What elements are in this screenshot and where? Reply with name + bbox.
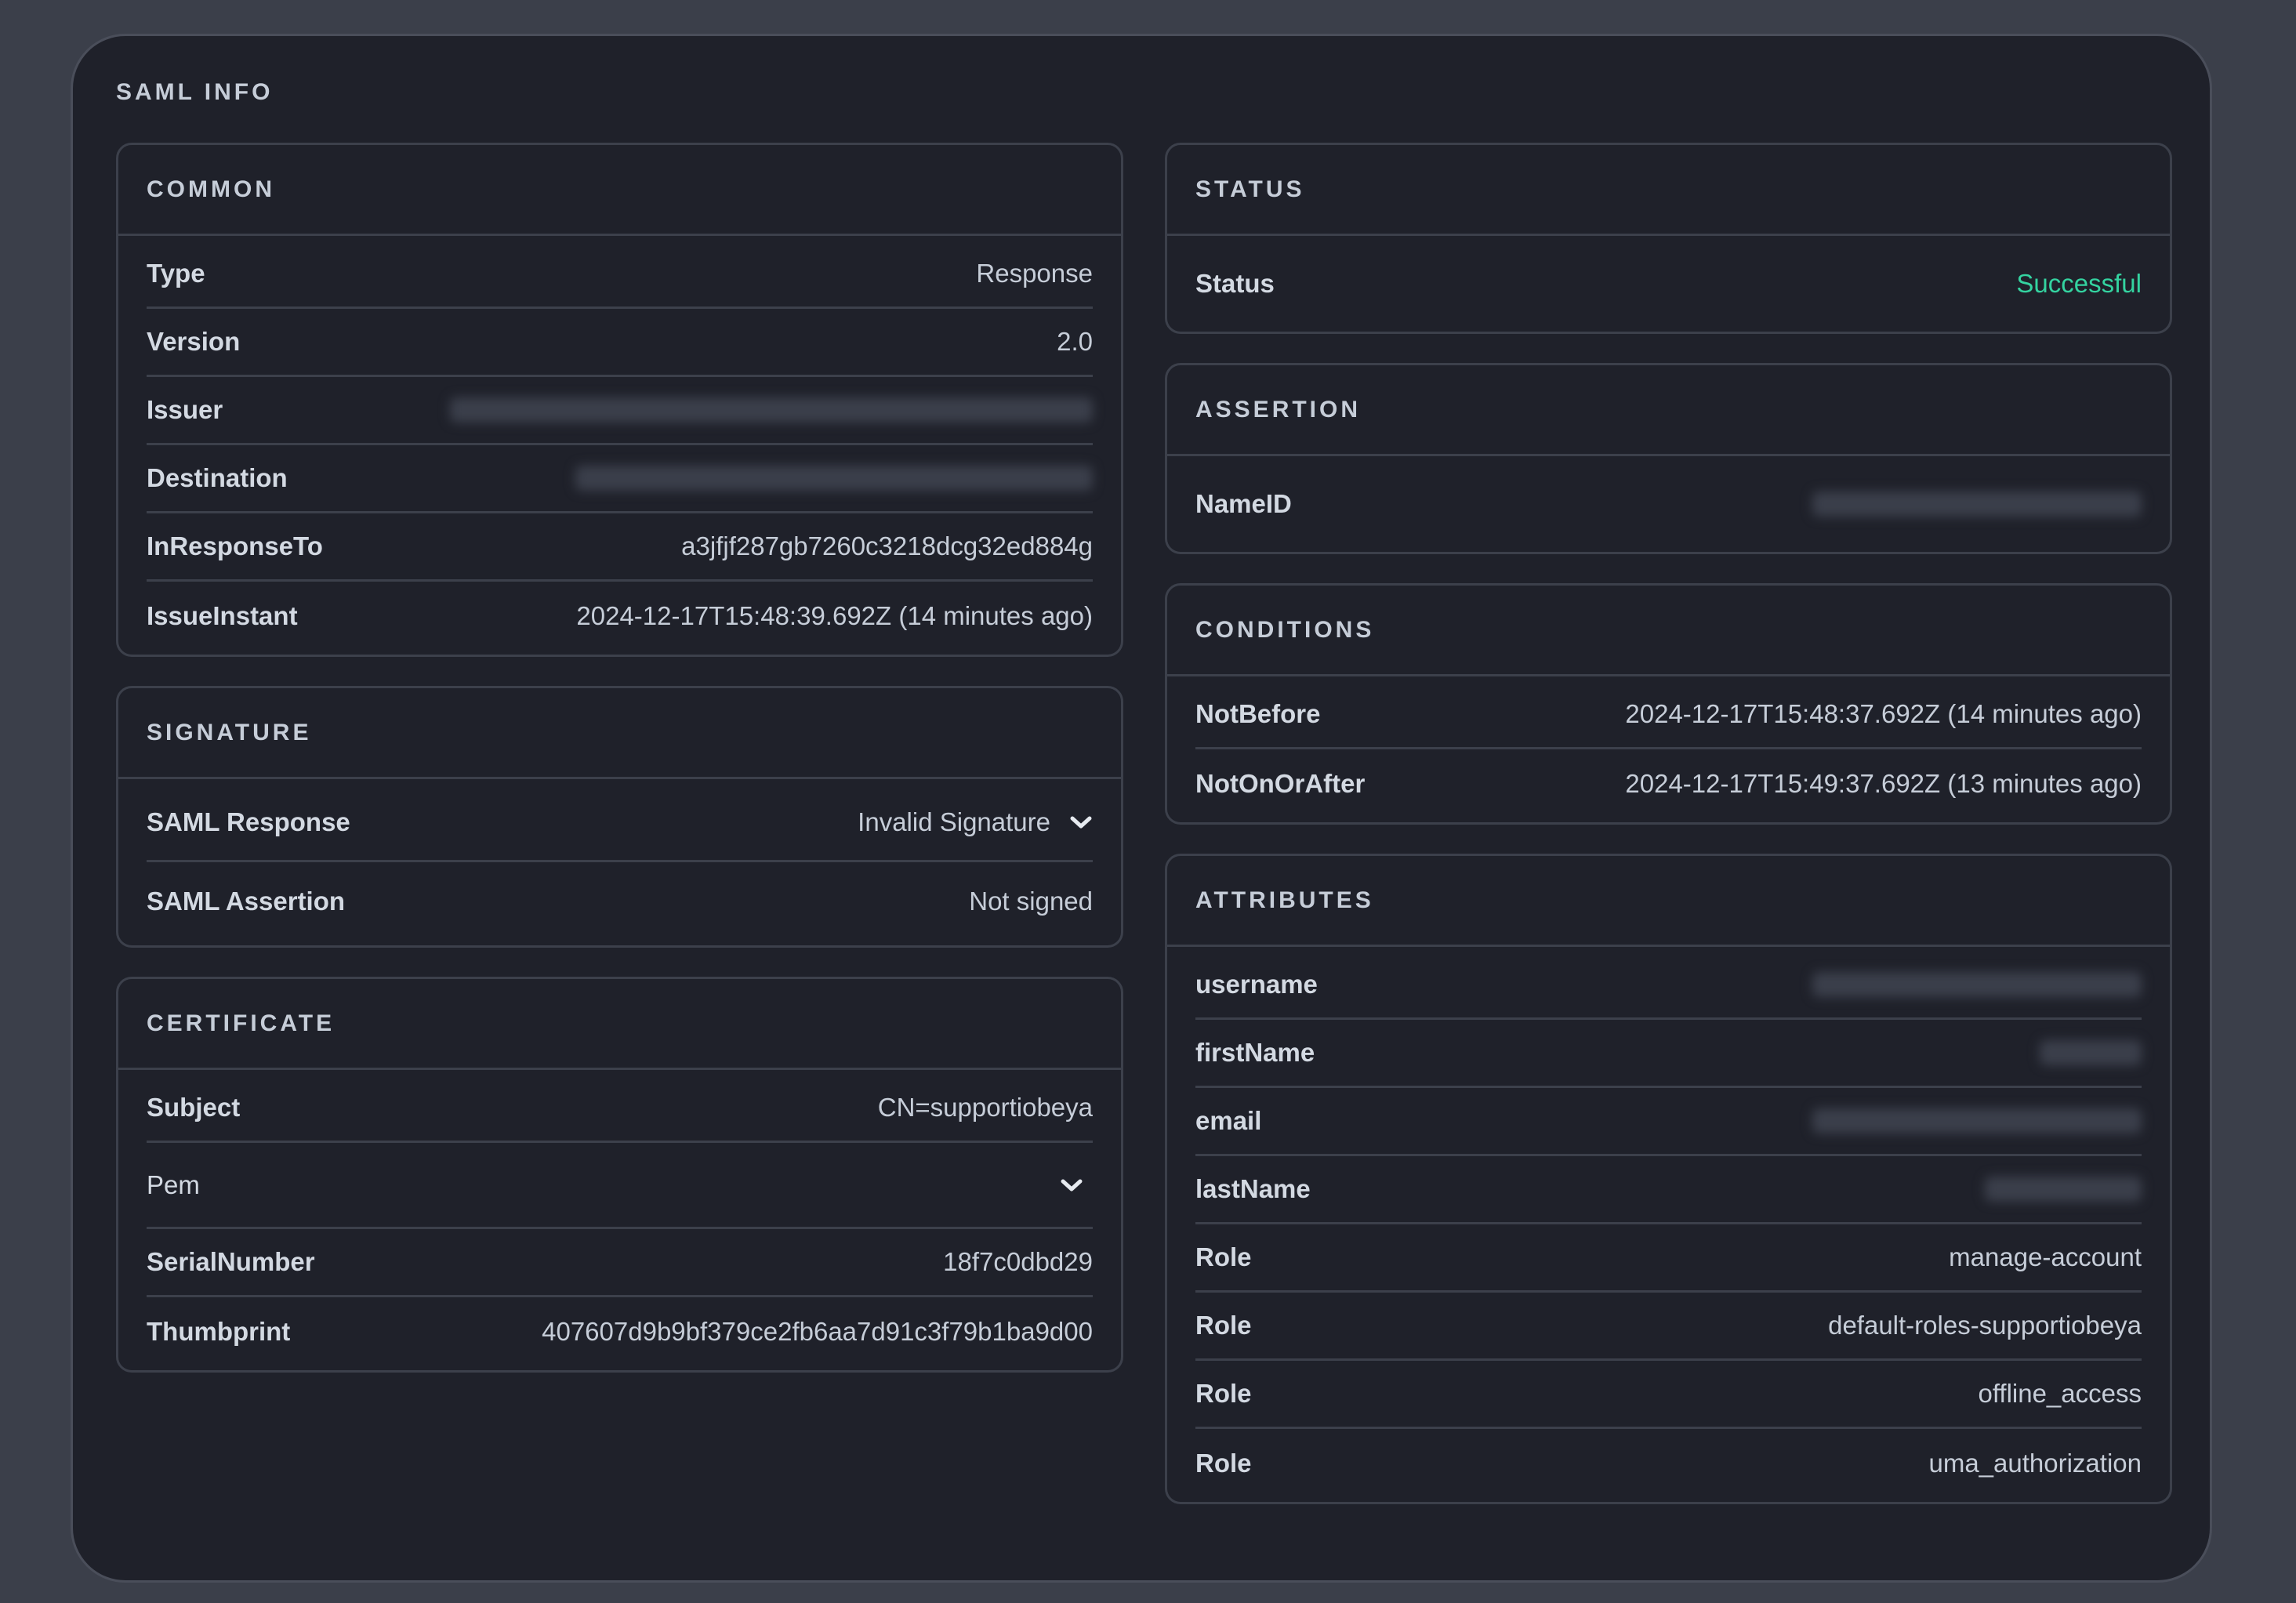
panel-title: SAML INFO (116, 79, 274, 105)
attribute-row: Role manage-account (1195, 1224, 2142, 1293)
row-label: Role (1195, 1242, 1252, 1271)
row-label: NotBefore (1195, 699, 1321, 728)
row-value: default-roles-supportiobeya (1828, 1311, 2142, 1340)
assertion-title: ASSERTION (1167, 365, 2170, 456)
signature-row-saml-assertion: SAML Assertion Not signed (147, 862, 1093, 941)
redacted-value (2040, 1040, 2142, 1065)
common-row-inresponseto: InResponseTo a3jfjf287gb7260c3218dcg32ed… (147, 513, 1093, 582)
redacted-value (575, 466, 1093, 491)
redacted-value (1812, 972, 2142, 997)
saml-info-panel: SAML INFO COMMON Type Response Version 2… (71, 34, 2212, 1583)
certificate-title: CERTIFICATE (118, 979, 1121, 1070)
row-label: Role (1195, 1311, 1252, 1340)
attribute-row: lastName (1195, 1156, 2142, 1224)
certificate-row-subject: Subject CN=supportiobeya (147, 1075, 1093, 1143)
attribute-row: email (1195, 1088, 2142, 1156)
redacted-value (1812, 491, 2142, 517)
row-label: Role (1195, 1448, 1252, 1478)
chevron-down-icon[interactable] (1060, 1177, 1083, 1193)
status-badge: Successful (2016, 269, 2142, 298)
certificate-card: CERTIFICATE Subject CN=supportiobeya Pem… (116, 977, 1123, 1373)
attributes-card: ATTRIBUTES username firstName email last… (1165, 854, 2172, 1504)
redacted-value (1812, 1108, 2142, 1133)
common-row-type: Type Response (147, 241, 1093, 309)
conditions-row-notbefore: NotBefore 2024-12-17T15:48:37.692Z (14 m… (1195, 681, 2142, 749)
attributes-title: ATTRIBUTES (1167, 856, 2170, 947)
row-label: firstName (1195, 1038, 1315, 1067)
attribute-row: username (1195, 952, 2142, 1020)
row-label: InResponseTo (147, 531, 323, 560)
row-value: 2.0 (1057, 327, 1093, 356)
row-value: Not signed (969, 887, 1093, 916)
row-label: Type (147, 259, 205, 288)
signature-row-saml-response[interactable]: SAML Response Invalid Signature (147, 784, 1093, 862)
row-label: SAML Assertion (147, 887, 346, 916)
attribute-row: Role default-roles-supportiobeya (1195, 1293, 2142, 1361)
row-label: username (1195, 970, 1318, 999)
row-value: uma_authorization (1928, 1448, 2142, 1478)
common-row-issuer: Issuer (147, 377, 1093, 445)
assertion-card: ASSERTION NameID (1165, 363, 2172, 554)
common-row-destination: Destination (147, 445, 1093, 513)
row-label: lastName (1195, 1174, 1311, 1203)
row-label: SAML Response (147, 807, 350, 836)
row-label: IssueInstant (147, 600, 298, 630)
certificate-row-pem[interactable]: Pem (147, 1143, 1093, 1229)
conditions-title: CONDITIONS (1167, 586, 2170, 676)
left-column: COMMON Type Response Version 2.0 Issuer … (116, 143, 1123, 1402)
row-label: NameID (1195, 489, 1292, 518)
row-value: 407607d9b9bf379ce2fb6aa7d91c3f79b1ba9d00 (542, 1316, 1093, 1346)
row-label: Role (1195, 1379, 1252, 1408)
row-value: 2024-12-17T15:48:37.692Z (14 minutes ago… (1625, 699, 2142, 728)
row-value: CN=supportiobeya (877, 1093, 1093, 1122)
signature-title: SIGNATURE (118, 688, 1121, 779)
attribute-row: Role uma_authorization (1195, 1429, 2142, 1497)
status-row: Status Successful (1195, 241, 2142, 327)
row-label: NotOnOrAfter (1195, 768, 1366, 798)
row-label: Issuer (147, 395, 223, 424)
row-value: a3jfjf287gb7260c3218dcg32ed884g (681, 531, 1093, 560)
chevron-down-icon[interactable] (1069, 814, 1093, 830)
common-title: COMMON (118, 145, 1121, 236)
signature-card: SIGNATURE SAML Response Invalid Signatur… (116, 686, 1123, 948)
row-label: Version (147, 327, 241, 356)
conditions-card: CONDITIONS NotBefore 2024-12-17T15:48:37… (1165, 583, 2172, 825)
attribute-row: firstName (1195, 1020, 2142, 1088)
row-label: Status (1195, 269, 1275, 298)
row-value: 18f7c0dbd29 (943, 1247, 1093, 1276)
row-label: Thumbprint (147, 1316, 291, 1346)
row-label: Destination (147, 463, 288, 492)
assertion-row-nameid: NameID (1195, 461, 2142, 547)
right-column: STATUS Status Successful ASSERTION NameI… (1165, 143, 2172, 1533)
common-row-version: Version 2.0 (147, 309, 1093, 377)
row-label: SerialNumber (147, 1247, 315, 1276)
attribute-row: Role offline_access (1195, 1361, 2142, 1429)
certificate-row-thumbprint: Thumbprint 407607d9b9bf379ce2fb6aa7d91c3… (147, 1297, 1093, 1365)
common-row-issueinstant: IssueInstant 2024-12-17T15:48:39.692Z (1… (147, 582, 1093, 650)
pem-toggle-label[interactable]: Pem (147, 1170, 200, 1200)
redacted-value (1985, 1177, 2142, 1202)
row-value: 2024-12-17T15:48:39.692Z (14 minutes ago… (576, 600, 1093, 630)
row-value: offline_access (1978, 1379, 2142, 1408)
conditions-row-notonorafter: NotOnOrAfter 2024-12-17T15:49:37.692Z (1… (1195, 749, 2142, 818)
status-title: STATUS (1167, 145, 2170, 236)
row-value: 2024-12-17T15:49:37.692Z (13 minutes ago… (1625, 768, 2142, 798)
certificate-row-serial: SerialNumber 18f7c0dbd29 (147, 1229, 1093, 1297)
common-card: COMMON Type Response Version 2.0 Issuer … (116, 143, 1123, 657)
signature-dropdown[interactable]: Invalid Signature (858, 807, 1093, 837)
row-value: Response (976, 259, 1093, 288)
row-value: manage-account (1949, 1242, 2142, 1271)
row-label: email (1195, 1106, 1262, 1135)
redacted-value (450, 397, 1093, 423)
row-value: Invalid Signature (858, 807, 1050, 836)
status-card: STATUS Status Successful (1165, 143, 2172, 334)
row-label: Subject (147, 1093, 241, 1122)
